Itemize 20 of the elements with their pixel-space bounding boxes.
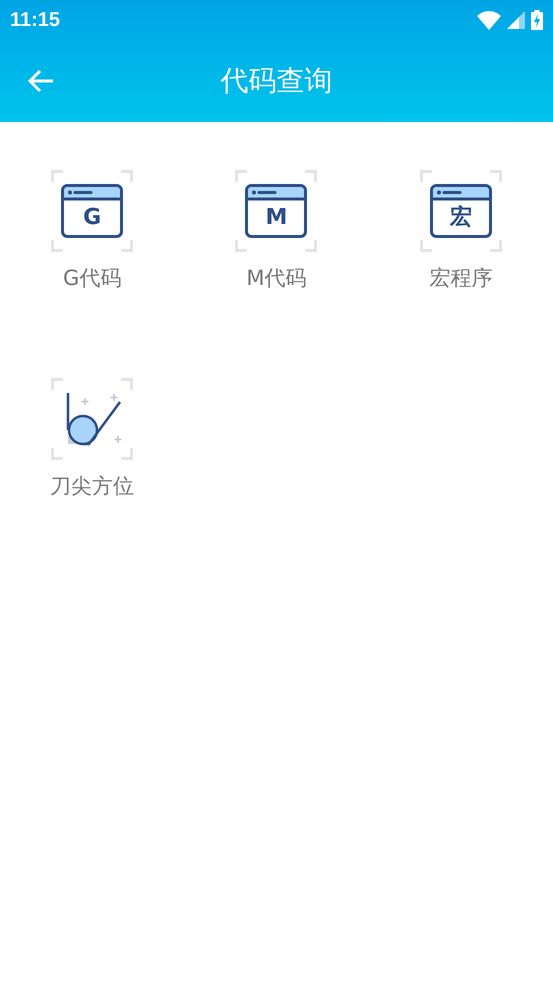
signal-icon [507, 11, 525, 29]
menu-item-label: 宏程序 [429, 265, 492, 292]
window-icon [61, 184, 124, 238]
menu-item[interactable]: M M代码 [184, 170, 369, 292]
icon-letter: G [82, 205, 102, 231]
battery-icon [531, 10, 543, 30]
status-time: 11:15 [10, 8, 60, 32]
wifi-icon [477, 10, 501, 30]
menu-item-label: 刀尖方位 [50, 473, 134, 500]
menu-item-label: M代码 [246, 265, 307, 292]
icon-letter: M [264, 205, 288, 231]
menu-item-label: G代码 [63, 265, 122, 292]
menu-item[interactable]: 宏 宏程序 [368, 170, 553, 292]
window-icon [430, 184, 492, 238]
menu-item[interactable]: G G代码 [0, 170, 184, 292]
back-arrow-icon [28, 69, 54, 93]
window-icon [245, 184, 308, 238]
icon-letter: 宏 [448, 205, 473, 231]
menu-item[interactable]: 刀尖方位 [0, 378, 184, 500]
page-title: 代码查询 [220, 63, 332, 99]
